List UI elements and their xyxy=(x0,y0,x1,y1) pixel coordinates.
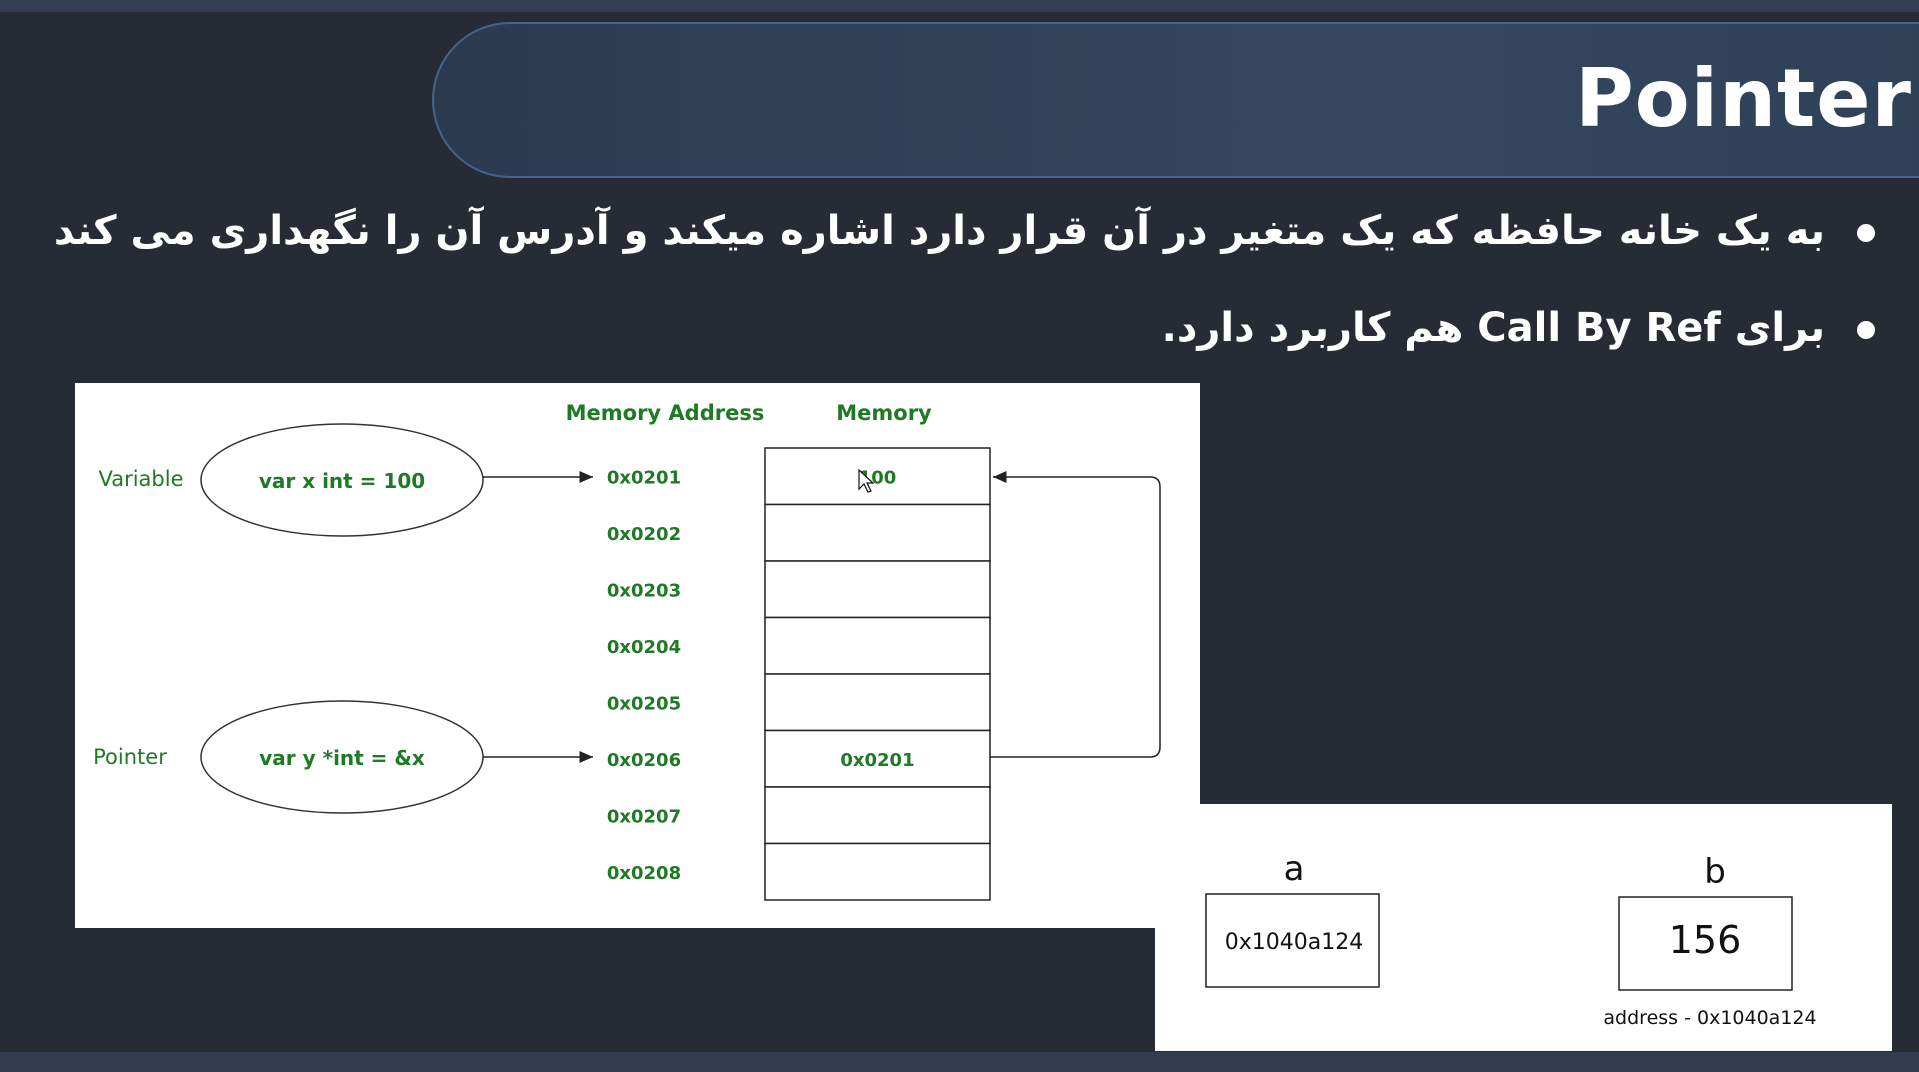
pointer-reference-arrow xyxy=(990,471,1161,758)
slide-title: Pointer xyxy=(1575,52,1912,145)
memory-address-1: 0x0201 xyxy=(607,467,681,488)
var-b-name: b xyxy=(1704,852,1726,892)
bullet-dot-icon xyxy=(1857,224,1875,242)
memory-address-header: Memory Address xyxy=(566,401,765,425)
memory-cell-2 xyxy=(764,503,991,562)
bullet-text-1: به یک خانه حافظه که یک متغیر در آن قرار … xyxy=(53,208,1825,254)
memory-diagram: Memory Address Memory Variable var x int… xyxy=(93,401,1161,901)
memory-header: Memory xyxy=(836,401,932,425)
memory-cell-7 xyxy=(764,786,991,845)
pointer-label: Pointer xyxy=(93,745,167,769)
bullet-item-2: برای Call By Ref هم کاربرد دارد. xyxy=(1162,305,1875,351)
memory-address-2: 0x0202 xyxy=(607,524,681,545)
bullet-dot-icon xyxy=(1857,321,1875,339)
variable-label: Variable xyxy=(98,467,183,491)
variables-diagram-panel: a 0x1040a124 b 156 address - 0x1040a124 xyxy=(1155,804,1892,1051)
memory-diagram-panel: Memory Address Memory Variable var x int… xyxy=(75,383,1200,928)
memory-address-5: 0x0205 xyxy=(607,693,681,714)
top-bar xyxy=(0,0,1919,12)
var-a-value: 0x1040a124 xyxy=(1225,930,1363,955)
variable-declaration: var x int = 100 xyxy=(259,469,425,493)
memory-address-7: 0x0207 xyxy=(607,806,681,827)
bullet-text-2: برای Call By Ref هم کاربرد دارد. xyxy=(1161,305,1825,351)
memory-cell-3 xyxy=(764,560,991,619)
var-a-name: a xyxy=(1284,849,1305,889)
memory-address-4: 0x0204 xyxy=(607,637,681,658)
title-banner: Pointer xyxy=(432,22,1919,178)
memory-cell-value-6: 0x0201 xyxy=(840,750,914,771)
bullet-item-1: به یک خانه حافظه که یک متغیر در آن قرار … xyxy=(54,208,1875,254)
memory-address-8: 0x0208 xyxy=(607,863,681,884)
pointer-declaration: var y *int = &x xyxy=(259,746,425,770)
var-b-address: address - 0x1040a124 xyxy=(1603,1007,1816,1029)
variables-diagram: a 0x1040a124 b 156 address - 0x1040a124 xyxy=(1205,849,1817,1029)
memory-address-3: 0x0203 xyxy=(607,580,681,601)
bottom-bar xyxy=(0,1052,1919,1072)
memory-address-6: 0x0206 xyxy=(607,750,681,771)
memory-cell-5 xyxy=(764,673,991,732)
memory-cell-4 xyxy=(764,616,991,675)
var-b-value: 156 xyxy=(1669,918,1742,962)
memory-cell-8 xyxy=(764,842,991,901)
